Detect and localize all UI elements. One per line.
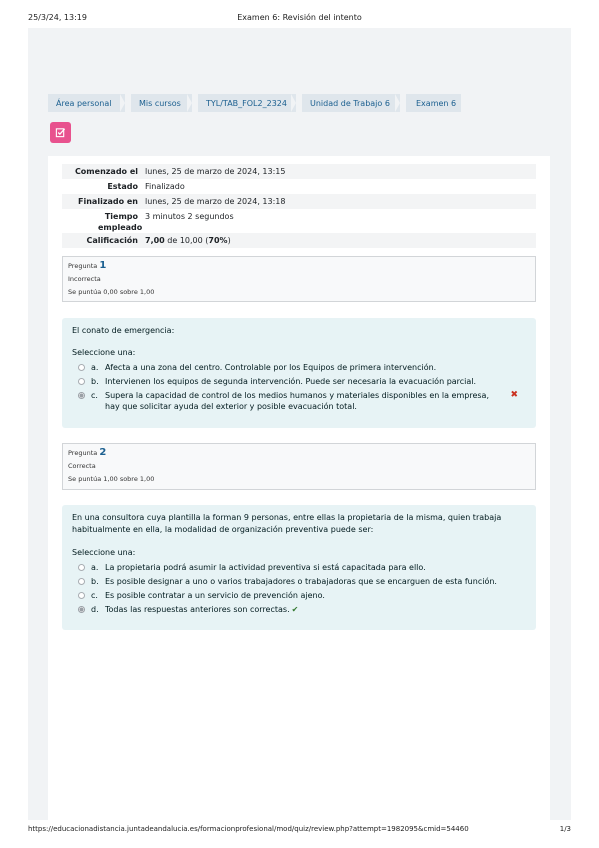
radio-button[interactable] — [78, 592, 85, 599]
question-number-value: 1 — [99, 260, 107, 271]
answer-option-selected[interactable]: d. Todas las respuestas anteriores son c… — [72, 604, 526, 615]
answer-letter: b. — [91, 377, 99, 386]
breadcrumb-label: Mis cursos — [139, 98, 181, 108]
breadcrumb-separator — [291, 94, 296, 112]
summary-row-time: Tiempo empleado 3 minutos 2 segundos — [62, 209, 536, 233]
summary-row-started: Comenzado el lunes, 25 de marzo de 2024,… — [62, 164, 536, 179]
question-info-1: Pregunta 1 Incorrecta Se puntúa 0,00 sob… — [62, 256, 536, 302]
grade-score: 7,00 — [145, 236, 165, 245]
answer-letter: c. — [91, 591, 98, 600]
summary-value: lunes, 25 de marzo de 2024, 13:18 — [145, 197, 286, 206]
grade-close: ) — [227, 236, 231, 245]
breadcrumb-label: Área personal — [56, 98, 112, 108]
attempt-summary-table: Comenzado el lunes, 25 de marzo de 2024,… — [62, 164, 536, 248]
question-label: Pregunta — [68, 449, 98, 457]
question-state: Correcta — [68, 462, 96, 470]
question-info-2: Pregunta 2 Correcta Se puntúa 1,00 sobre… — [62, 443, 536, 490]
radio-button-selected[interactable] — [78, 606, 85, 613]
answer-prompt: Seleccione una: — [72, 348, 136, 357]
print-footer: https://educacionadistancia.juntadeandal… — [28, 825, 571, 837]
radio-button[interactable] — [78, 578, 85, 585]
radio-button[interactable] — [78, 364, 85, 371]
answer-text: Afecta a una zona del centro. Controlabl… — [105, 363, 437, 372]
answer-option[interactable]: c. Es posible contratar a un servicio de… — [72, 590, 526, 601]
quiz-checkbox-icon — [50, 122, 71, 143]
question-content-2: En una consultora cuya plantilla la form… — [62, 505, 536, 630]
summary-value: 7,00 de 10,00 (70%) — [141, 233, 235, 248]
breadcrumb-separator — [187, 94, 192, 112]
answer-text: La propietaria podrá asumir la actividad… — [105, 563, 426, 572]
question-number: Pregunta 2 — [68, 447, 530, 459]
print-page-number: 1/3 — [559, 825, 571, 833]
breadcrumb-item-exam[interactable]: Examen 6 — [406, 94, 461, 112]
breadcrumb-item-area-personal[interactable]: Área personal — [48, 94, 125, 112]
grade-percent: 70% — [208, 236, 228, 245]
answer-text: Intervienen los equipos de segunda inter… — [105, 377, 477, 386]
answer-option[interactable]: a. Afecta a una zona del centro. Control… — [72, 362, 526, 373]
quiz-glyph — [55, 128, 66, 138]
summary-row-grade: Calificación 7,00 de 10,00 (70%) — [62, 233, 536, 248]
answer-letter: d. — [91, 605, 99, 614]
radio-button[interactable] — [78, 564, 85, 571]
correct-check-icon: ✔ — [291, 605, 299, 614]
print-header: 25/3/24, 13:19 Examen 6: Revisión del in… — [28, 13, 571, 25]
answer-text: Supera la capacidad de control de los me… — [105, 391, 489, 411]
answer-letter: c. — [91, 391, 98, 400]
answer-option-selected[interactable]: c. Supera la capacidad de control de los… — [72, 390, 526, 412]
summary-label: Calificación — [86, 236, 139, 245]
summary-row-state: Estado Finalizado — [62, 179, 536, 194]
question-text: El conato de emergencia: — [72, 326, 175, 335]
answer-letter: b. — [91, 577, 99, 586]
answer-text-content: Todas las respuestas anteriores son corr… — [105, 605, 290, 614]
answer-letter: a. — [91, 363, 99, 372]
answer-text: Es posible designar a uno o varios traba… — [105, 577, 497, 586]
question-number-value: 2 — [99, 447, 107, 458]
breadcrumb-item-mis-cursos[interactable]: Mis cursos — [131, 94, 192, 112]
answer-option[interactable]: a. La propietaria podrá asumir la activi… — [72, 562, 526, 573]
summary-label: Comenzado el — [74, 167, 138, 176]
breadcrumb-label: TYL/TAB_FOL2_2324 — [206, 98, 287, 108]
breadcrumb-item-unit[interactable]: Unidad de Trabajo 6 — [302, 94, 400, 112]
summary-label: Finalizado en — [78, 197, 138, 206]
radio-button-selected[interactable] — [78, 392, 85, 399]
question-content-1: El conato de emergencia: Seleccione una:… — [62, 318, 536, 428]
answer-letter: a. — [91, 563, 99, 572]
answer-option[interactable]: b. Es posible designar a uno o varios tr… — [72, 576, 526, 587]
summary-value: 3 minutos 2 segundos — [145, 212, 234, 221]
summary-value: Finalizado — [145, 182, 185, 191]
grade-rest: de 10,00 ( — [164, 236, 209, 245]
radio-button[interactable] — [78, 378, 85, 385]
breadcrumb-item-course[interactable]: TYL/TAB_FOL2_2324 — [198, 94, 296, 112]
question-grade: Se puntúa 0,00 sobre 1,00 — [68, 288, 155, 296]
summary-row-finished: Finalizado en lunes, 25 de marzo de 2024… — [62, 194, 536, 209]
question-grade: Se puntúa 1,00 sobre 1,00 — [68, 475, 155, 483]
answer-prompt: Seleccione una: — [72, 548, 136, 557]
question-state: Incorrecta — [68, 275, 101, 283]
breadcrumb-separator — [120, 94, 125, 112]
breadcrumb-label: Unidad de Trabajo 6 — [310, 98, 390, 108]
summary-value: lunes, 25 de marzo de 2024, 13:15 — [145, 167, 286, 176]
summary-label: Tiempo empleado — [98, 212, 143, 232]
answer-option[interactable]: b. Intervienen los equipos de segunda in… — [72, 376, 526, 387]
breadcrumb-separator — [395, 94, 400, 112]
print-url: https://educacionadistancia.juntadeandal… — [28, 825, 469, 833]
question-number: Pregunta 1 — [68, 260, 530, 272]
answer-text: Todas las respuestas anteriores son corr… — [105, 604, 501, 615]
breadcrumb-label: Examen 6 — [416, 98, 457, 108]
print-title: Examen 6: Revisión del intento — [237, 13, 362, 22]
incorrect-icon: ✖ — [510, 390, 518, 400]
question-text: En una consultora cuya plantilla la form… — [72, 513, 502, 534]
breadcrumb: Área personal Mis cursos TYL/TAB_FOL2_23… — [48, 94, 461, 112]
question-label: Pregunta — [68, 262, 98, 270]
answer-text: Es posible contratar a un servicio de pr… — [105, 591, 325, 600]
summary-label: Estado — [107, 182, 138, 191]
